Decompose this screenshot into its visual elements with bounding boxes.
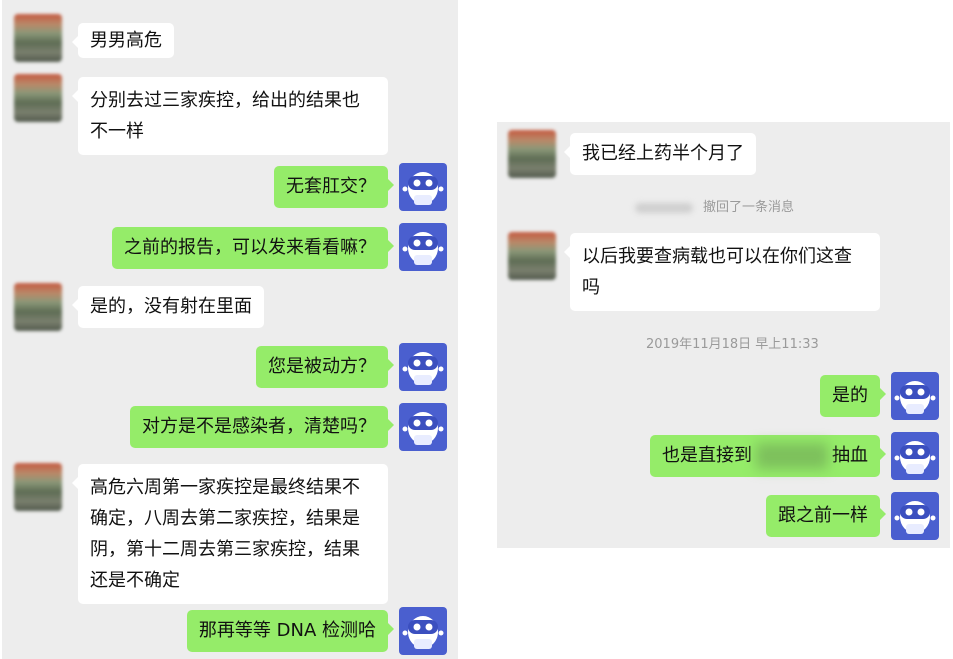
robot-mascot-icon — [402, 172, 444, 205]
redacted-name — [635, 202, 693, 213]
bot-avatar[interactable] — [399, 403, 447, 451]
message-bubble-outgoing[interactable]: 是的 — [820, 375, 886, 417]
robot-mascot-icon — [402, 616, 444, 649]
message-bubble-outgoing[interactable]: 之前的报告，可以发来看看嘛？ — [112, 227, 394, 269]
robot-mascot-icon — [894, 441, 936, 474]
message-text-line: 确定，八周去第二家疾控，结果是 — [90, 508, 360, 529]
bot-avatar[interactable] — [399, 163, 447, 211]
bot-avatar[interactable] — [891, 492, 939, 540]
message-text: 那再等等 DNA 检测哈 — [198, 620, 376, 641]
message-text-line: 吗 — [582, 277, 600, 298]
user-avatar[interactable] — [14, 463, 62, 511]
user-avatar[interactable] — [14, 14, 62, 62]
message-text-line: 以后我要查病载也可以在你们这查 — [582, 246, 852, 267]
user-avatar[interactable] — [508, 232, 556, 280]
message-bubble-incoming[interactable]: 高危六周第一家疾控是最终结果不 确定，八周去第二家疾控，结果是 阴，第十二周去第… — [72, 464, 388, 604]
message-bubble-incoming[interactable]: 我已经上药半个月了 — [564, 133, 756, 175]
bot-avatar[interactable] — [399, 343, 447, 391]
message-bubble-outgoing[interactable]: 也是直接到 抽血 — [650, 435, 886, 477]
robot-mascot-icon — [402, 412, 444, 445]
message-text-line: 还是不确定 — [90, 570, 180, 591]
message-bubble-outgoing[interactable]: 无套肛交？ — [274, 166, 394, 208]
message-text: 是的，没有射在里面 — [90, 296, 252, 317]
message-text: 男男高危 — [90, 30, 162, 51]
message-text-line: 高危六周第一家疾控是最终结果不 — [90, 477, 360, 498]
bot-avatar[interactable] — [399, 223, 447, 271]
robot-mascot-icon — [894, 381, 936, 414]
message-bubble-outgoing[interactable]: 您是被动方？ — [256, 346, 394, 388]
user-avatar[interactable] — [508, 130, 556, 178]
bot-avatar[interactable] — [399, 607, 447, 655]
message-bubble-incoming[interactable]: 以后我要查病载也可以在你们这查 吗 — [564, 233, 880, 311]
message-bubble-outgoing[interactable]: 对方是不是感染者，清楚吗？ — [130, 406, 394, 448]
message-bubble-incoming[interactable]: 是的，没有射在里面 — [72, 286, 264, 328]
user-avatar[interactable] — [14, 74, 62, 122]
message-bubble-incoming[interactable]: 男男高危 — [72, 23, 174, 58]
message-text-line: 分别去过三家疾控，给出的结果也 — [90, 90, 360, 111]
bot-avatar[interactable] — [891, 372, 939, 420]
message-text: 无套肛交？ — [286, 176, 376, 197]
message-text: 对方是不是感染者，清楚吗？ — [142, 416, 376, 437]
timestamp: 2019年11月18日 早上11:33 — [646, 337, 819, 352]
recall-notice-text: 撤回了一条消息 — [703, 200, 795, 215]
redacted-location — [756, 443, 828, 469]
left-chat-panel: 男男高危 分别去过三家疾控，给出的结果也 不一样 无套肛交？ 之前的报告，可以发… — [2, 0, 458, 659]
message-bubble-outgoing[interactable]: 那再等等 DNA 检测哈 — [186, 610, 395, 652]
recall-notice: 撤回了一条消息 — [635, 196, 794, 215]
user-avatar[interactable] — [14, 283, 62, 331]
message-text: 您是被动方？ — [268, 356, 376, 377]
bot-avatar[interactable] — [891, 432, 939, 480]
robot-mascot-icon — [402, 352, 444, 385]
message-bubble-outgoing[interactable]: 跟之前一样 — [766, 495, 886, 537]
right-chat-panel: 我已经上药半个月了 撤回了一条消息 以后我要查病载也可以在你们这查 吗 2019… — [497, 122, 950, 548]
message-bubble-incoming[interactable]: 分别去过三家疾控，给出的结果也 不一样 — [72, 77, 388, 155]
message-text: 我已经上药半个月了 — [582, 143, 744, 164]
message-text: 也是直接到 — [662, 445, 752, 466]
message-text: 抽血 — [832, 445, 868, 466]
robot-mascot-icon — [894, 501, 936, 534]
message-text-line: 阴，第十二周去第三家疾控，结果 — [90, 539, 360, 560]
message-text: 之前的报告，可以发来看看嘛？ — [124, 237, 376, 258]
robot-mascot-icon — [402, 232, 444, 265]
message-text: 跟之前一样 — [778, 505, 868, 526]
message-text-line: 不一样 — [90, 121, 144, 142]
message-text: 是的 — [832, 385, 868, 406]
